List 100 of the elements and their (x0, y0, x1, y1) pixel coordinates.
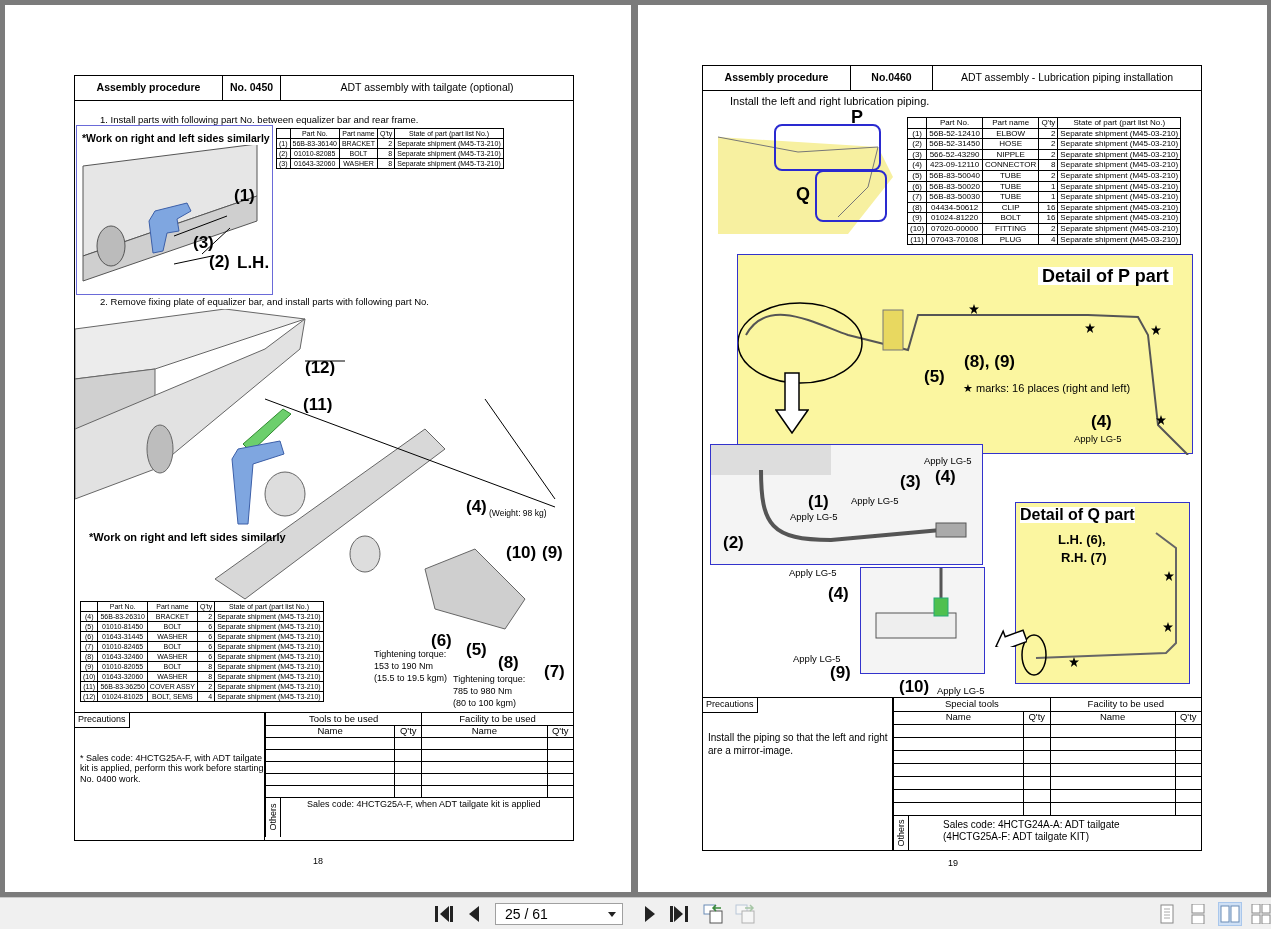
dropdown-caret-icon (608, 911, 616, 917)
star-icon (1156, 415, 1166, 425)
two-page-icon[interactable] (1218, 902, 1242, 926)
star-icon (1085, 323, 1095, 333)
table-cell: 16 (1038, 202, 1058, 213)
procedure-number: No. 0450 (223, 76, 281, 100)
table-cell: 56B-83-50030 (926, 191, 983, 203)
callout-label: L.H. (237, 254, 270, 271)
table-cell: 16 (1038, 212, 1058, 224)
column-header: Q'ty (394, 725, 422, 737)
table-cell: TUBE (982, 181, 1039, 192)
table-cell: 1 (1038, 181, 1058, 192)
down-arrow-icon (775, 372, 809, 434)
table-cell: Separate shipment (M45-03-210) (1057, 223, 1181, 235)
table-cell: Separate shipment (M45-03-210) (1057, 128, 1181, 139)
weight-note: (Weight: 98 kg) (489, 509, 547, 518)
table-cell: (5) (907, 170, 927, 182)
torque-note: Tightening torque: (374, 650, 447, 659)
callout-label: (4) (1091, 413, 1112, 430)
callout-label: (10) (899, 678, 930, 695)
page-back-icon[interactable] (701, 902, 725, 926)
table-cell: 07020-00000 (926, 223, 983, 235)
procedure-title: Assembly procedure (703, 66, 851, 90)
table-cell: 423-09-12110 (926, 159, 983, 171)
column-header: State of part (part list No.) (1057, 117, 1181, 129)
callout-label: (8), (9) (964, 353, 1015, 370)
table-cell: 56B-52-12410 (926, 128, 983, 139)
table-cell: PLUG (982, 234, 1039, 245)
table-cell: HOSE (982, 138, 1039, 150)
table-cell: 56B-83-50020 (926, 181, 983, 192)
table-cell: ELBOW (982, 128, 1039, 139)
callout-label: (3) (900, 473, 921, 490)
callout-label: L.H. (6), (1058, 533, 1106, 546)
page-number: 18 (313, 855, 323, 868)
table-cell: Separate shipment (M45-03-210) (1057, 159, 1181, 171)
star-icon (1069, 657, 1079, 667)
apply-note: Apply LG-5 (1074, 434, 1122, 444)
column-group-header: Facility to be used (421, 713, 573, 725)
column-header: Q'ty (547, 725, 573, 737)
table-cell: Separate shipment (M45-03-210) (1057, 212, 1181, 224)
table-cell: 07043-70108 (926, 234, 983, 245)
others-label: Others (896, 819, 906, 847)
callout-label: (3) (193, 234, 214, 251)
table-cell: Separate shipment (M45-03-210) (1057, 234, 1181, 245)
callout-label: (7) (544, 663, 565, 680)
procedure-title: Assembly procedure (75, 76, 223, 100)
star-icon (1163, 622, 1173, 632)
star-icon (969, 304, 979, 314)
precautions-text: Install the piping so that the left and right are a mirror-image. (708, 731, 888, 757)
two-page-continuous-icon[interactable] (1249, 902, 1271, 926)
torque-note: (80 to 100 kgm) (453, 699, 517, 708)
table-cell: TUBE (982, 170, 1039, 182)
table-cell: (2) (907, 138, 927, 150)
apply-note: Apply LG-5 (789, 568, 837, 578)
table-cell: 1 (1038, 191, 1058, 203)
legend-text: ★ marks: 16 places (right and left) (963, 383, 1131, 394)
apply-note: Apply LG-5 (924, 456, 972, 466)
table-cell: (7) (907, 191, 927, 203)
star-icon (1151, 325, 1161, 335)
apply-note: Apply LG-5 (937, 686, 985, 696)
table-cell: (11) (907, 234, 927, 245)
detail-title: Detail of Q part (1020, 507, 1135, 523)
precautions-text: * Sales code: 4HCTG25A-F, with ADT tailgate kit is applied, perform this work before starting No. 0400 work. (80, 753, 265, 785)
callout-label: (4) (935, 468, 956, 485)
table-cell: TUBE (982, 191, 1039, 203)
apply-note: Apply LG-5 (851, 496, 899, 506)
callout-label: (9) (830, 664, 851, 681)
column-header: Q'ty (1175, 711, 1201, 724)
column-header: Name (265, 725, 395, 737)
column-group-header: Special tools (893, 698, 1051, 711)
table-cell: 4 (1038, 234, 1058, 245)
callout-label: (4) (466, 498, 487, 515)
page-field[interactable]: 25 / 61 (495, 903, 623, 925)
table-cell: (3) (907, 149, 927, 160)
table-cell: 04434-50612 (926, 202, 983, 213)
callout-label: (11) (303, 396, 333, 413)
table-cell: Separate shipment (M45-03-210) (1057, 202, 1181, 213)
table-cell: Separate shipment (M45-03-210) (1057, 138, 1181, 150)
detail-title: Detail of P part (1038, 267, 1173, 285)
page-number: 19 (948, 857, 958, 870)
callout-label: (6) (431, 632, 452, 649)
table-cell: Separate shipment (M45-03-210) (1057, 191, 1181, 203)
instruction-text: Install the left and right lubrication piping. (730, 96, 930, 107)
table-cell: CONNECTOR (982, 159, 1039, 171)
callout-label: (2) (723, 534, 744, 551)
table-cell: (1) (907, 128, 927, 139)
callout-label: P (851, 108, 863, 126)
torque-note: (15.5 to 19.5 kgm) (374, 674, 448, 683)
table-cell: (8) (907, 202, 927, 213)
precautions-label: Precautions (75, 713, 130, 728)
callout-label: (8) (498, 654, 519, 671)
torque-note: 153 to 190 Nm (374, 662, 434, 671)
table-cell: 2 (1038, 223, 1058, 235)
others-text: Sales code: 4HCTG24A-A: ADT tailgate (943, 818, 1120, 831)
callout-label: (2) (209, 253, 230, 270)
precautions-label: Precautions (703, 698, 758, 713)
callout-label: Q (796, 185, 810, 203)
column-header: Q'ty (1038, 117, 1058, 129)
callout-label: (10) (506, 544, 537, 561)
column-header: Name (893, 711, 1024, 724)
